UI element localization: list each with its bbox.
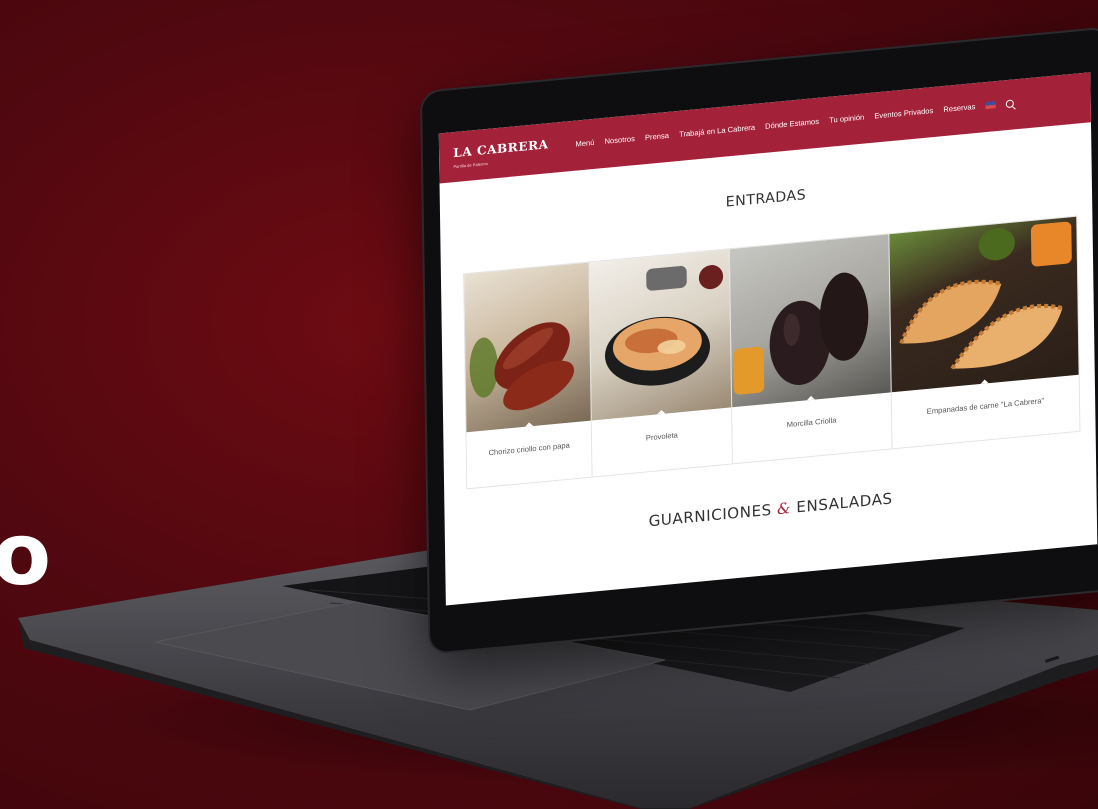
- website-display: LA CABRERA Parrilla de Palermo Menú Noso…: [438, 72, 1098, 606]
- menu-card[interactable]: Morcilla Criolla: [729, 234, 893, 464]
- guarniciones-text: GUARNICIONES: [648, 500, 772, 531]
- us-flag-icon[interactable]: [985, 101, 996, 110]
- nav-item-menu[interactable]: Menú: [575, 138, 594, 149]
- empanadas-photo[interactable]: [889, 216, 1079, 393]
- main-nav: Menú Nosotros Prensa Trabajá en La Cabre…: [575, 98, 1014, 149]
- provoleta-photo[interactable]: [589, 249, 731, 421]
- search-icon[interactable]: [1005, 98, 1014, 108]
- site-logo[interactable]: LA CABRERA: [453, 137, 548, 160]
- menu-card[interactable]: Provoleta: [589, 249, 733, 477]
- nav-item-prensa[interactable]: Prensa: [645, 131, 669, 142]
- card-label: Morcilla Criolla: [786, 415, 837, 430]
- bottom-cut-text: [0, 799, 300, 809]
- site-logo-tagline: Parrilla de Palermo: [453, 160, 488, 170]
- nav-item-tu-opinion[interactable]: Tu opinión: [829, 112, 864, 124]
- card-label: Chorizo criollo con papa: [488, 440, 570, 458]
- card-label: Provoleta: [645, 430, 678, 443]
- nav-item-trabaja[interactable]: Trabajá en La Cabrera: [679, 123, 755, 139]
- menu-card[interactable]: Empanadas de carne "La Cabrera": [889, 216, 1080, 449]
- sausage-photo[interactable]: [464, 262, 592, 433]
- nav-item-reservas[interactable]: Reservas: [943, 102, 975, 114]
- nav-item-donde-estamos[interactable]: Dónde Estamos: [765, 117, 819, 131]
- ampersand: &: [776, 498, 792, 519]
- nav-item-eventos-privados[interactable]: Eventos Privados: [874, 106, 933, 121]
- menu-cards: Chorizo criollo con papa Provoleta Morci…: [463, 215, 1081, 490]
- laptop-screen: LA CABRERA Parrilla de Palermo Menú Noso…: [422, 28, 1098, 653]
- card-label: Empanadas de carne "La Cabrera": [926, 395, 1045, 417]
- menu-card[interactable]: Chorizo criollo con papa: [464, 262, 594, 489]
- site-header: LA CABRERA Parrilla de Palermo Menú Noso…: [438, 72, 1091, 184]
- morcilla-photo[interactable]: [729, 234, 891, 408]
- nav-item-nosotros[interactable]: Nosotros: [604, 134, 634, 146]
- ensaladas-text: ENSALADAS: [796, 489, 893, 517]
